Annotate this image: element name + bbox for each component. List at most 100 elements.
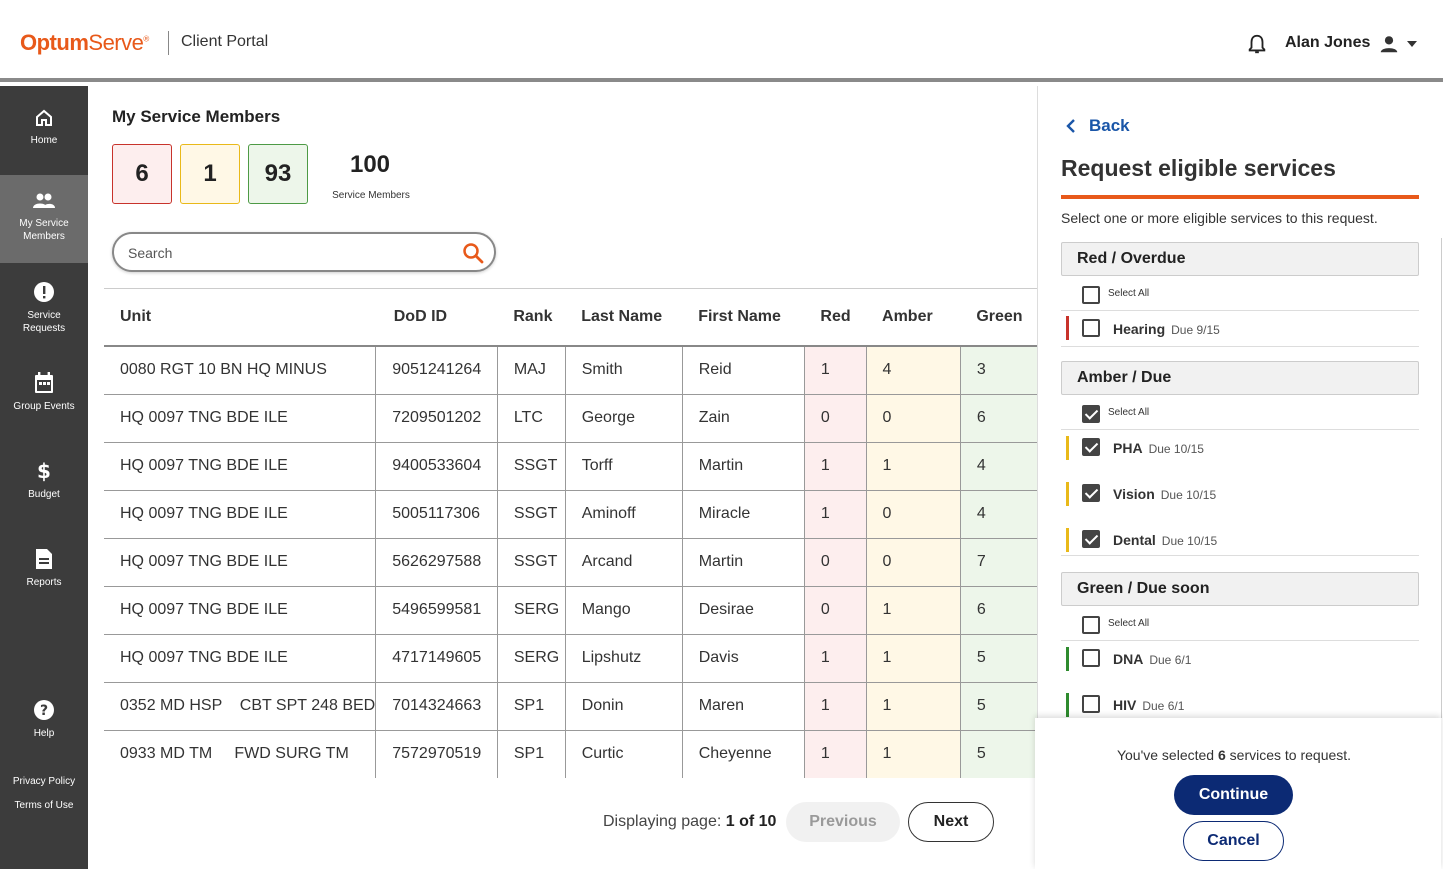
cell-first-name: Reid: [681, 346, 805, 395]
calendar-icon: [35, 372, 53, 393]
status-bar-amber: [1066, 436, 1069, 460]
table-row[interactable]: 0080 RGT 10 BN HQ MINUS 9051241264 MAJ Smit…: [104, 346, 1037, 395]
alert-icon: [34, 282, 54, 302]
service-checkbox-hearing[interactable]: [1082, 319, 1100, 337]
pager-prefix: Displaying page:: [603, 813, 722, 830]
continue-button[interactable]: Continue: [1174, 775, 1293, 815]
panel-title: Request eligible services: [1061, 155, 1336, 181]
back-link[interactable]: Back: [1066, 116, 1130, 136]
select-all-checkbox-amber[interactable]: [1082, 405, 1100, 423]
dollar-icon: $: [37, 460, 51, 482]
previous-button[interactable]: Previous: [786, 802, 900, 842]
cell-first-name: Cheyenne: [681, 730, 805, 778]
user-icon[interactable]: [1378, 33, 1400, 55]
column-header-red[interactable]: Red: [804, 289, 867, 347]
select-all-checkbox-red[interactable]: [1082, 286, 1100, 304]
column-header-dod-id[interactable]: DoD ID: [375, 289, 498, 347]
cell-rank: SSGT: [496, 442, 566, 491]
total-members-label: Service Members: [332, 190, 410, 201]
sidebar-item-budget[interactable]: $ Budget: [0, 460, 88, 510]
service-checkbox-hiv[interactable]: [1082, 695, 1100, 713]
bell-icon[interactable]: [1246, 32, 1268, 56]
search-input[interactable]: [128, 243, 448, 263]
column-header-rank[interactable]: Rank: [497, 289, 566, 347]
sidebar-item-group-events[interactable]: Group Events: [0, 372, 88, 422]
cell-red: 0: [803, 394, 867, 443]
terms-of-use-link[interactable]: Terms of Use: [0, 800, 88, 811]
table-row[interactable]: HQ 0097 TNG BDE ILE 5626297588 SSGT Arcand M…: [104, 538, 1037, 587]
service-checkbox-pha[interactable]: [1082, 438, 1100, 456]
cell-red: 1: [803, 634, 867, 683]
cell-green: 7: [959, 538, 1037, 587]
cell-red: 1: [803, 490, 867, 539]
help-icon: ?: [34, 700, 54, 720]
sidebar-item-my-service-members[interactable]: My Service Members: [0, 175, 88, 263]
cell-unit: 0933 MD TM FWD SURG TM: [104, 730, 376, 778]
sidebar-item-label: Reports: [26, 577, 62, 588]
group-header-amber-due: Amber / Due: [1061, 361, 1419, 395]
column-header-first-name[interactable]: First Name: [682, 289, 805, 347]
service-row-dna[interactable]: DNA Due 6/1: [1061, 641, 1419, 679]
service-checkbox-dental[interactable]: [1082, 530, 1100, 548]
service-label-dental: Dental Due 10/15: [1113, 532, 1218, 548]
column-header-green[interactable]: Green: [960, 289, 1037, 347]
service-row-pha[interactable]: PHA Due 10/15: [1061, 430, 1419, 468]
sidebar-item-reports[interactable]: Reports: [0, 548, 88, 598]
service-due-dna: Due 6/1: [1149, 653, 1192, 667]
table-row[interactable]: 0933 MD TM FWD SURG TM 7572970519 SP1 Curti…: [104, 730, 1037, 778]
service-checkbox-vision[interactable]: [1082, 484, 1100, 502]
cell-amber: 1: [865, 586, 961, 635]
service-row-vision[interactable]: Vision Due 10/15: [1061, 476, 1419, 514]
select-all-row-green[interactable]: Select All: [1061, 606, 1419, 641]
service-row-hiv[interactable]: HIV Due 6/1: [1061, 687, 1419, 718]
total-members-count: 100: [349, 151, 391, 178]
pager-current: 1 of 10: [725, 813, 777, 830]
cell-green: 4: [959, 490, 1037, 539]
sidebar-item-service-requests[interactable]: Service Requests: [0, 281, 88, 341]
cancel-button[interactable]: Cancel: [1183, 821, 1284, 861]
cell-unit: HQ 0097 TNG BDE ILE: [104, 490, 376, 539]
cell-first-name: Desirae: [681, 586, 805, 635]
service-checkbox-dna[interactable]: [1082, 649, 1100, 667]
panel-scrollbar[interactable]: [1441, 238, 1442, 718]
search-box: [112, 232, 496, 272]
cell-green: 3: [959, 346, 1037, 395]
sidebar-item-help[interactable]: ? Help: [0, 699, 88, 749]
caret-down-icon[interactable]: [1406, 39, 1418, 49]
sidebar-item-home[interactable]: Home: [0, 108, 88, 168]
table-row[interactable]: 0352 MD HSP CBT SPT 248 BED 7014324663 SP1…: [104, 682, 1037, 731]
table-row[interactable]: HQ 0097 TNG BDE ILE 4717149605 SERG Lipshut…: [104, 634, 1037, 683]
select-all-checkbox-green[interactable]: [1082, 616, 1100, 634]
optum-serve-logo[interactable]: OptumServe®: [20, 30, 149, 56]
column-header-amber[interactable]: Amber: [866, 289, 961, 347]
cell-first-name: Zain: [681, 394, 805, 443]
sidebar: Home My Service Members Service Requests…: [0, 86, 88, 869]
cell-red: 1: [803, 730, 867, 778]
search-icon[interactable]: [462, 242, 484, 264]
cell-rank: MAJ: [496, 346, 566, 395]
select-all-row-red[interactable]: Select All: [1061, 276, 1419, 311]
green-count-box[interactable]: 93: [248, 144, 308, 204]
cell-last-name: George: [564, 394, 683, 443]
svg-text:$: $: [37, 460, 51, 482]
service-due-hiv: Due 6/1: [1142, 699, 1185, 713]
column-header-last-name[interactable]: Last Name: [565, 289, 683, 347]
column-header-unit[interactable]: Unit: [104, 289, 376, 347]
amber-count-box[interactable]: 1: [180, 144, 240, 204]
status-bar-amber: [1066, 482, 1069, 506]
table-row[interactable]: HQ 0097 TNG BDE ILE 7209501202 LTC George Za…: [104, 394, 1037, 443]
service-row-dental[interactable]: Dental Due 10/15: [1061, 522, 1419, 556]
next-button[interactable]: Next: [908, 802, 994, 842]
table-row[interactable]: HQ 0097 TNG BDE ILE 5005117306 SSGT Aminoff…: [104, 490, 1037, 539]
red-count-box[interactable]: 6: [112, 144, 172, 204]
user-name[interactable]: Alan Jones: [1285, 34, 1370, 52]
select-all-row-amber[interactable]: Select All: [1061, 395, 1419, 430]
table-row[interactable]: HQ 0097 TNG BDE ILE 9400533604 SSGT Torff Ma…: [104, 442, 1037, 491]
table-row[interactable]: HQ 0097 TNG BDE ILE 5496599581 SERG Mango De…: [104, 586, 1037, 635]
privacy-policy-link[interactable]: Privacy Policy: [0, 776, 88, 787]
cell-rank: SERG: [496, 586, 566, 635]
cell-red: 0: [803, 538, 867, 587]
cell-last-name: Curtic: [564, 730, 683, 778]
service-row-hearing[interactable]: Hearing Due 9/15: [1061, 311, 1419, 347]
select-all-label: Select All: [1108, 618, 1150, 629]
